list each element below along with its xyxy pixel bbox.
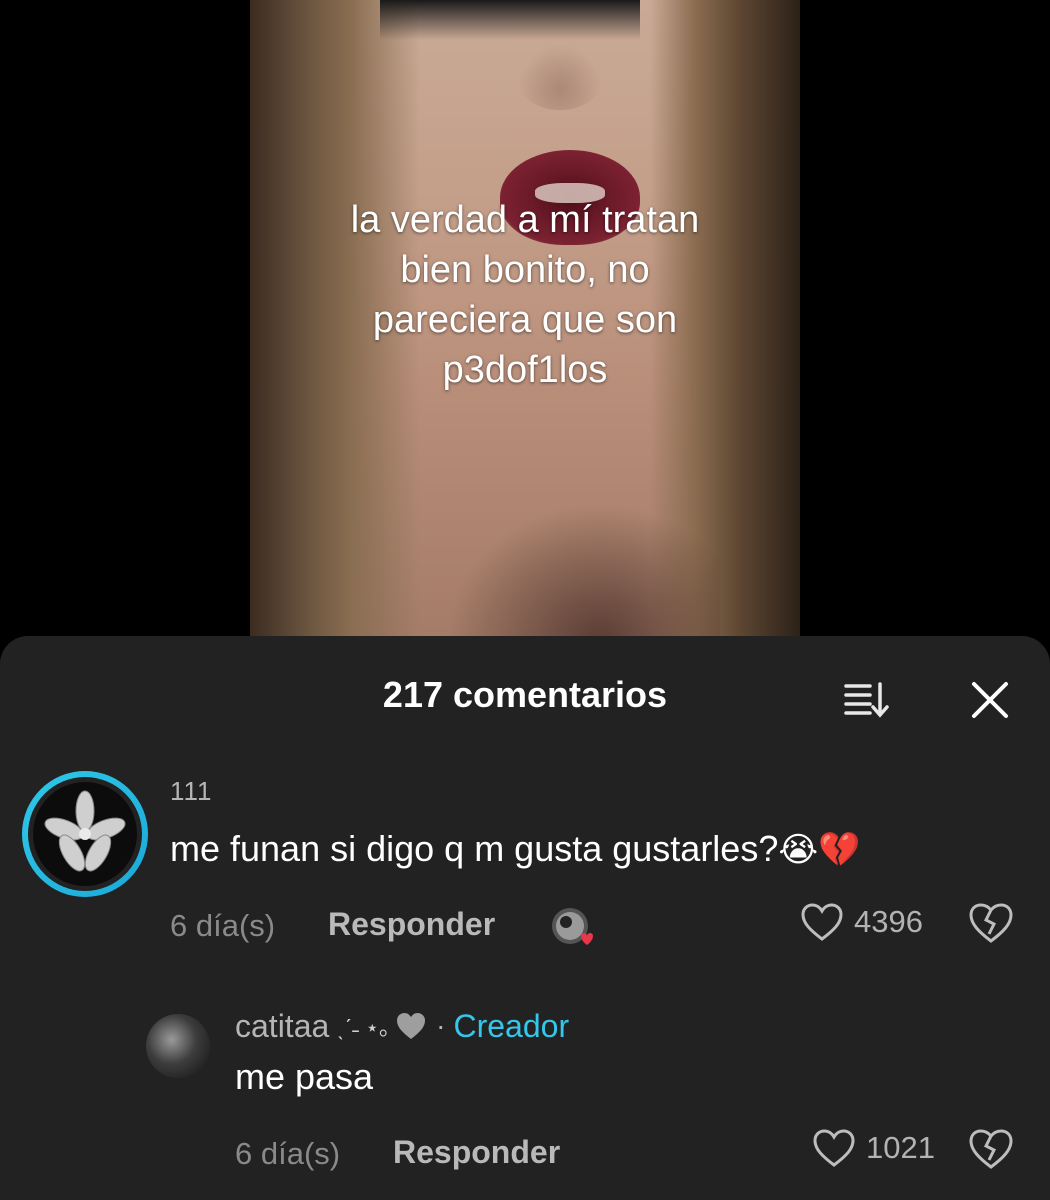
lily-flower-avatar-image	[33, 782, 137, 886]
like-button[interactable]: 4396	[800, 902, 923, 942]
video-nose-shadow	[515, 40, 605, 110]
like-count: 1021	[866, 1130, 935, 1165]
loudly-crying-emoji: 😭	[778, 830, 819, 870]
reply-text: me pasa	[235, 1056, 374, 1097]
avatar[interactable]	[22, 771, 148, 897]
video-player[interactable]: la verdad a mí tratan bien bonito, no pa…	[250, 0, 800, 636]
reply-username-row: catitaa ˎˊ˗ ⋆｡ · Creador	[235, 1006, 569, 1046]
avatar-ring-inner	[28, 777, 142, 891]
creator-badge: Creador	[453, 1007, 570, 1044]
video-caption-line: pareciera que son	[372, 299, 678, 341]
broken-heart-emoji: 💔	[818, 830, 861, 870]
heart-outline-icon	[813, 1129, 855, 1167]
heart-outline-icon	[801, 903, 843, 941]
dislike-icon[interactable]	[968, 1128, 1014, 1170]
comments-sheet: 217 comentarios 111 me funan si digo q m…	[0, 636, 1050, 1200]
comments-count-title: 217 comentarios	[382, 674, 668, 715]
like-count: 4396	[854, 904, 923, 939]
reply-timestamp: 6 día(s)	[235, 1136, 341, 1171]
grey-heart-icon	[397, 1013, 426, 1039]
comment-text: me funan si digo q m gusta gustarles?😭💔	[170, 828, 860, 870]
video-neckline	[420, 480, 720, 636]
avatar[interactable]	[146, 1014, 210, 1078]
video-caption-line: bien bonito, no	[400, 249, 650, 291]
reply-item: catitaa ˎˊ˗ ⋆｡ · Creador me pasa 6 día(s…	[0, 1006, 1050, 1200]
video-caption-line: p3dof1los	[442, 349, 608, 391]
comments-header: 217 comentarios	[0, 636, 1050, 756]
badge-separator: ·	[436, 1010, 446, 1041]
reply-button[interactable]: Responder	[393, 1134, 560, 1171]
username-decoration: ˎˊ˗ ⋆｡	[337, 1015, 391, 1040]
like-button[interactable]: 1021	[812, 1128, 935, 1168]
video-shadow-top	[380, 0, 640, 40]
dislike-icon[interactable]	[968, 902, 1014, 944]
reply-username[interactable]: catitaa	[235, 1008, 329, 1045]
comment-item: 111 me funan si digo q m gusta gustarles…	[0, 766, 1050, 966]
close-icon[interactable]	[968, 678, 1012, 722]
comment-timestamp: 6 día(s)	[170, 908, 276, 943]
video-caption-line: la verdad a mí tratan	[350, 199, 700, 241]
lily-flower-icon	[44, 790, 126, 872]
reply-button[interactable]: Responder	[328, 906, 495, 943]
sort-icon[interactable]	[842, 680, 892, 720]
comment-username[interactable]: 111	[170, 776, 213, 807]
video-caption: la verdad a mí tratan bien bonito, no pa…	[250, 195, 800, 395]
comment-text-body: me funan si digo q m gusta gustarles?	[170, 828, 779, 869]
tiktok-comments-screen: la verdad a mí tratan bien bonito, no pa…	[0, 0, 1050, 1200]
creator-liked-icon	[550, 904, 598, 952]
